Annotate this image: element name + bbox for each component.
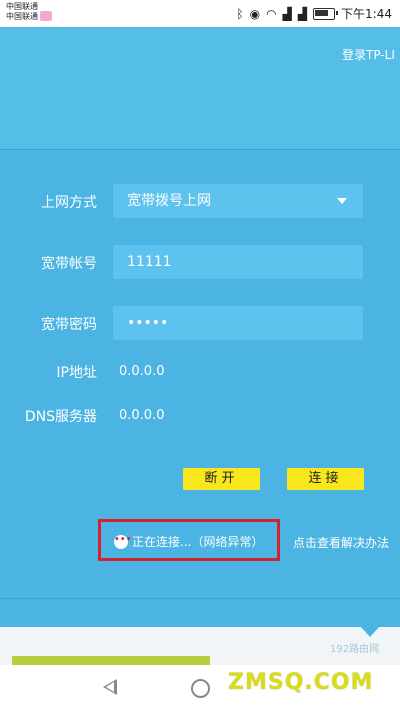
connection-status: 正在连接...（网络异常） (132, 535, 264, 549)
connect-button[interactable]: 连接 (287, 468, 364, 490)
status-bar: 中国联通 中国联通 ᛒ ◉ ◠ ▟ ▟ 下午1:44 (0, 0, 400, 27)
connection-type-label: 上网方式 (41, 195, 97, 211)
panel-pointer (361, 627, 379, 637)
connection-type-value: 宽带拨号上网 (127, 193, 211, 209)
account-label: 宽带帐号 (41, 256, 97, 272)
more-dots-icon: ••• (114, 535, 132, 549)
signal-icon-2: ▟ (297, 6, 308, 21)
password-input[interactable]: ••••• (113, 306, 363, 340)
clock: 下午1:44 (341, 7, 392, 21)
eye-icon: ◉ (249, 6, 261, 21)
home-icon[interactable] (191, 679, 210, 698)
watermark-small: 192路由网 (330, 644, 380, 655)
ip-address-label: IP地址 (56, 365, 97, 381)
carrier-2: 中国联通 (6, 12, 38, 21)
login-tp-link[interactable]: 登录TP-LI (342, 46, 395, 63)
status-icons: ᛒ ◉ ◠ ▟ ▟ 下午1:44 (236, 5, 392, 22)
dropdown-arrow-icon (337, 198, 347, 204)
divider (0, 598, 400, 599)
dns-server-value: 0.0.0.0 (119, 408, 165, 423)
wifi-icon: ◠ (266, 6, 277, 21)
carrier-info: 中国联通 中国联通 (6, 2, 52, 22)
app-badge-icon (40, 11, 52, 21)
bluetooth-icon: ᛒ (236, 6, 244, 21)
help-solution-link[interactable]: 点击查看解决办法 (293, 534, 389, 551)
battery-icon (313, 7, 339, 20)
connection-type-select[interactable]: 宽带拨号上网 (113, 184, 363, 218)
back-icon[interactable] (103, 679, 117, 695)
account-input[interactable]: 11111 (113, 245, 363, 279)
disconnect-button[interactable]: 断开 (183, 468, 260, 490)
signal-icon-1: ▟ (282, 6, 292, 21)
header-area: 登录TP-LI (0, 27, 400, 149)
password-label: 宽带密码 (41, 317, 97, 333)
green-bar (12, 656, 210, 665)
watermark: ZMSQ.COM (228, 670, 374, 695)
ip-address-value: 0.0.0.0 (119, 364, 165, 379)
dns-server-label: DNS服务器 (24, 409, 97, 425)
wan-settings-form: 上网方式 宽带拨号上网 宽带帐号 11111 宽带密码 ••••• IP地址 0… (0, 150, 400, 600)
